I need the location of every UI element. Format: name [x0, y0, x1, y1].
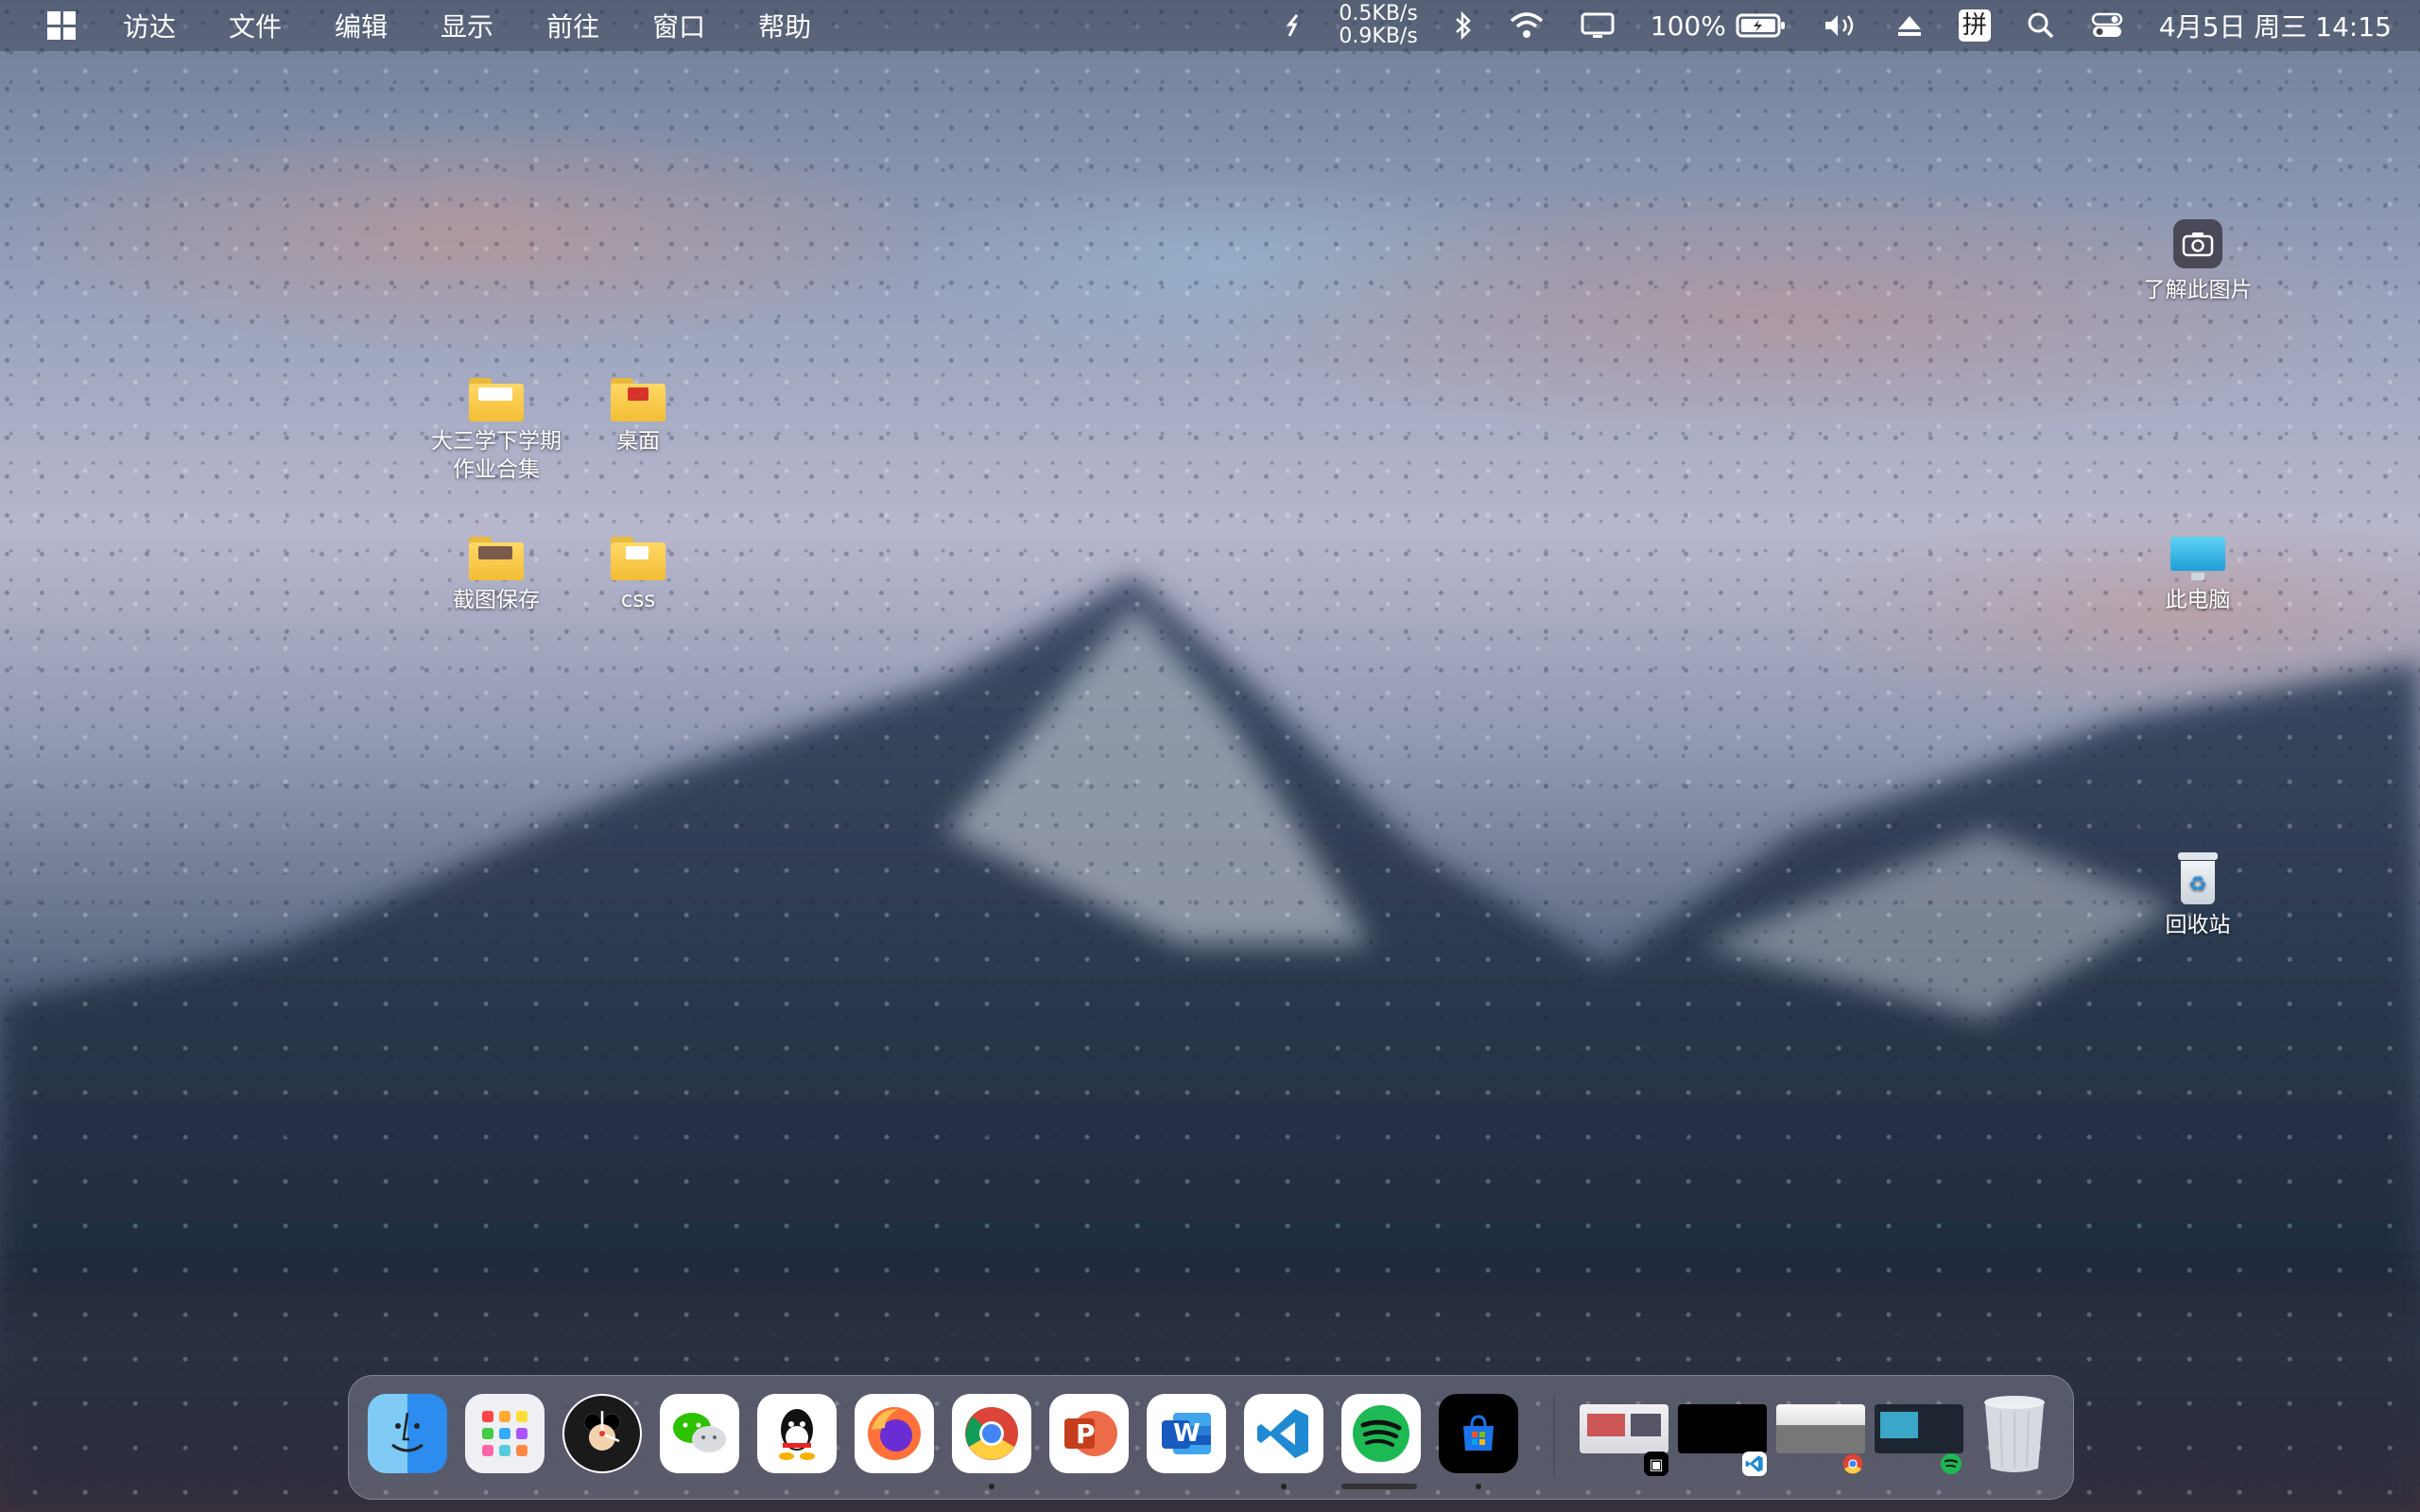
learn-image-label: 了解此图片 — [2143, 278, 2253, 302]
net-down-speed: 0.9KB/s — [1339, 25, 1418, 48]
eject-icon[interactable] — [1896, 0, 1923, 51]
net-up-speed: 0.5KB/s — [1339, 2, 1418, 26]
menu-file[interactable]: 文件 — [229, 7, 282, 44]
ime-label: 拼 — [1958, 9, 1991, 42]
bluetooth-icon[interactable] — [1454, 0, 1473, 51]
menu-bar: 访达 文件 编辑 显示 前往 窗口 帮助 0.5KB/s 0.9KB/s 100… — [0, 0, 2420, 51]
desktop-folder-desktop[interactable]: 桌面 — [562, 378, 714, 455]
running-indicator — [1281, 1484, 1287, 1489]
running-indicator — [989, 1484, 994, 1489]
vscode-icon[interactable] — [1244, 1394, 1323, 1473]
trash-icon[interactable] — [1975, 1394, 2054, 1473]
powerpoint-letter: P — [1076, 1418, 1096, 1450]
battery-percent[interactable]: 100% — [1651, 0, 1726, 51]
desktop-folder-homework[interactable]: 大三学下学期 作业合集 — [421, 378, 572, 484]
network-speed[interactable]: 0.5KB/s 0.9KB/s — [1339, 3, 1417, 48]
folder-icon — [611, 378, 666, 421]
window-thumbnail-spotify[interactable] — [1875, 1404, 1963, 1453]
desktop-learn-image[interactable]: 了解此图片 — [2122, 219, 2273, 304]
this-pc-label: 此电脑 — [2165, 588, 2231, 612]
powerpoint-icon[interactable]: P — [1049, 1394, 1129, 1473]
window-thumbnail-vscode[interactable] — [1678, 1404, 1767, 1453]
wifi-icon[interactable] — [1509, 0, 1545, 51]
recycle-bin-icon: ♻ — [2176, 852, 2220, 905]
battery-icon[interactable] — [1736, 0, 1787, 51]
dock: P W ▣ — [348, 1375, 2074, 1500]
volume-icon[interactable] — [1823, 0, 1860, 51]
launchpad-icon[interactable] — [465, 1394, 544, 1473]
search-icon[interactable] — [2027, 0, 2055, 51]
desktop-this-pc[interactable]: 此电脑 — [2122, 537, 2273, 614]
clock-icon[interactable] — [562, 1394, 642, 1473]
menu-go[interactable]: 前往 — [546, 7, 599, 44]
folder-icon — [469, 378, 524, 421]
menu-finder[interactable]: 访达 — [123, 7, 176, 44]
input-method-indicator[interactable]: 拼 — [1958, 0, 1991, 51]
window-thumbnail-chrome[interactable] — [1776, 1404, 1865, 1453]
folder-desktop-label: 桌面 — [616, 429, 660, 454]
folder-homework-label-1: 大三学下学期 — [431, 429, 562, 454]
sync-icon[interactable] — [1284, 0, 1303, 51]
finder-icon[interactable] — [368, 1394, 447, 1473]
desktop-folder-css[interactable]: css — [562, 537, 714, 614]
chrome-icon[interactable] — [952, 1394, 1031, 1473]
windows-logo-icon[interactable] — [47, 11, 76, 40]
menu-window[interactable]: 窗口 — [652, 7, 705, 44]
folder-screenshots-label: 截图保存 — [453, 588, 540, 612]
spotify-icon[interactable] — [1341, 1394, 1421, 1473]
monitor-icon — [2170, 537, 2225, 580]
desktop-wallpaper — [0, 0, 2420, 1512]
menu-edit[interactable]: 编辑 — [335, 7, 388, 44]
recycle-bin-label: 回收站 — [2165, 913, 2231, 937]
running-indicator — [1476, 1484, 1481, 1489]
folder-icon — [469, 537, 524, 580]
folder-css-label: css — [620, 588, 656, 612]
qq-icon[interactable] — [757, 1394, 837, 1473]
desktop-folder-screenshots[interactable]: 截图保存 — [421, 537, 572, 614]
display-icon[interactable] — [1581, 0, 1615, 51]
firefox-icon[interactable] — [855, 1394, 934, 1473]
vscode-badge-icon — [1742, 1452, 1767, 1476]
chrome-badge-icon — [1841, 1452, 1865, 1476]
spotify-badge-icon — [1939, 1452, 1963, 1476]
word-icon[interactable]: W — [1147, 1394, 1226, 1473]
menu-help[interactable]: 帮助 — [758, 7, 811, 44]
folder-homework-label-2: 作业合集 — [453, 457, 540, 482]
control-center-icon[interactable] — [2091, 0, 2123, 51]
desktop-recycle-bin[interactable]: ♻ 回收站 — [2122, 852, 2273, 939]
store-badge-icon: ▣ — [1644, 1452, 1668, 1476]
dock-handle[interactable] — [1341, 1484, 1417, 1489]
camera-icon — [2173, 219, 2222, 268]
datetime[interactable]: 4月5日 周三 14:15 — [2159, 0, 2392, 51]
window-thumbnail-store[interactable] — [1580, 1404, 1668, 1453]
wechat-icon[interactable] — [660, 1394, 739, 1473]
word-letter: W — [1173, 1419, 1201, 1448]
folder-icon — [611, 537, 666, 580]
menu-view[interactable]: 显示 — [441, 7, 493, 44]
store-icon[interactable] — [1439, 1394, 1518, 1473]
raindrops-overlay — [0, 0, 2420, 1512]
dock-separator — [1553, 1395, 1555, 1478]
